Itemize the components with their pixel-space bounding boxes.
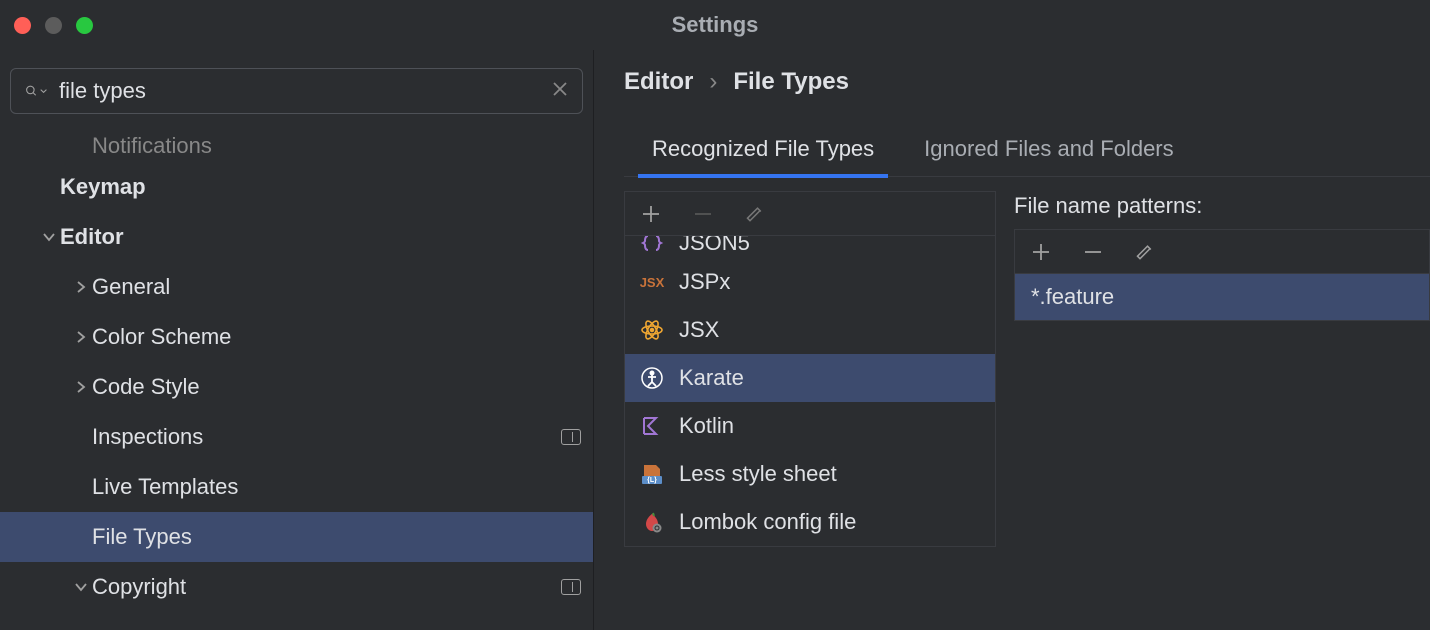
titlebar: Settings — [0, 0, 1430, 50]
file-type-label: JSON5 — [679, 236, 750, 256]
edit-file-type-button[interactable] — [743, 202, 767, 226]
file-type-label: Less style sheet — [679, 461, 837, 487]
file-type-icon: JSX — [639, 269, 665, 295]
file-type-icon: {L} — [639, 461, 665, 487]
tree-item[interactable]: File Types — [0, 512, 593, 562]
patterns-toolbar — [1015, 230, 1429, 274]
patterns-panel: File name patterns: *.feature — [1014, 191, 1430, 547]
remove-pattern-button[interactable] — [1081, 240, 1105, 264]
tree-item[interactable]: Copyright — [0, 562, 593, 612]
remove-file-type-button[interactable] — [691, 202, 715, 226]
window-maximize-button[interactable] — [76, 17, 93, 34]
settings-main: Editor › File Types Recognized File Type… — [594, 50, 1430, 630]
breadcrumb-segment: Editor — [624, 68, 693, 96]
file-type-icon — [639, 365, 665, 391]
tabs: Recognized File Types Ignored Files and … — [624, 136, 1430, 177]
tree-item-label: Keymap — [60, 174, 581, 200]
chevron-icon — [70, 580, 92, 594]
file-types-toolbar — [625, 192, 995, 236]
patterns-list[interactable]: *.feature — [1015, 274, 1429, 320]
tree-item-label: Color Scheme — [92, 324, 581, 350]
file-type-icon — [639, 236, 665, 256]
edit-pattern-button[interactable] — [1133, 240, 1157, 264]
file-type-label: JSX — [679, 317, 719, 343]
svg-text:{L}: {L} — [647, 477, 657, 484]
file-types-panel: JSON5 JSX JSPx JSX Karate Kotlin {L} Less style… — [624, 191, 996, 547]
scope-badge-icon — [561, 429, 581, 445]
tree-item[interactable]: Keymap — [0, 162, 593, 212]
file-type-row[interactable]: Lombok config file — [625, 498, 995, 546]
file-type-row[interactable]: {L} Less style sheet — [625, 450, 995, 498]
file-type-icon — [639, 317, 665, 343]
tree-item-label: Copyright — [92, 574, 561, 600]
tree-item-label: Inspections — [92, 424, 561, 450]
tree-item[interactable]: Color Scheme — [0, 312, 593, 362]
file-type-label: Lombok config file — [679, 509, 856, 535]
chevron-icon — [70, 280, 92, 294]
tree-item-label: Notifications — [92, 133, 581, 159]
patterns-label: File name patterns: — [1014, 193, 1430, 219]
file-type-icon — [639, 413, 665, 439]
tree-item[interactable]: Inspections — [0, 412, 593, 462]
settings-sidebar: Notifications Keymap Editor General Color Sc… — [0, 50, 594, 630]
traffic-lights — [14, 17, 93, 34]
clear-search-icon[interactable] — [552, 80, 568, 103]
content: Notifications Keymap Editor General Color Sc… — [0, 50, 1430, 630]
window-title: Settings — [672, 12, 759, 38]
file-type-row[interactable]: JSX — [625, 306, 995, 354]
tree-item[interactable]: Live Templates — [0, 462, 593, 512]
file-type-row[interactable]: JSX JSPx — [625, 258, 995, 306]
file-type-row[interactable]: Karate — [625, 354, 995, 402]
add-pattern-button[interactable] — [1029, 240, 1053, 264]
file-type-icon — [639, 509, 665, 535]
patterns-box: *.feature — [1014, 229, 1430, 321]
file-type-label: JSPx — [679, 269, 730, 295]
search-box[interactable] — [10, 68, 583, 114]
tree-item[interactable]: Notifications — [0, 130, 593, 162]
tree-item[interactable]: Code Style — [0, 362, 593, 412]
breadcrumb: Editor › File Types — [624, 68, 1430, 96]
chevron-icon — [70, 380, 92, 394]
breadcrumb-segment: File Types — [733, 68, 849, 96]
file-type-label: Karate — [679, 365, 744, 391]
tree-item[interactable]: General — [0, 262, 593, 312]
tree-item-label: Live Templates — [92, 474, 581, 500]
tree-item[interactable]: Editor — [0, 212, 593, 262]
file-type-label: Kotlin — [679, 413, 734, 439]
window-close-button[interactable] — [14, 17, 31, 34]
search-icon — [25, 80, 47, 102]
chevron-icon — [70, 330, 92, 344]
chevron-right-icon: › — [709, 68, 717, 96]
tree-item-label: File Types — [92, 524, 581, 550]
add-file-type-button[interactable] — [639, 202, 663, 226]
pattern-row[interactable]: *.feature — [1015, 274, 1429, 320]
scope-badge-icon — [561, 579, 581, 595]
file-type-row[interactable]: JSON5 — [625, 236, 995, 258]
file-type-row[interactable]: Kotlin — [625, 402, 995, 450]
settings-tree: Notifications Keymap Editor General Color Sc… — [0, 126, 593, 630]
window-minimize-button[interactable] — [45, 17, 62, 34]
search-input[interactable] — [59, 78, 540, 104]
file-types-list[interactable]: JSON5 JSX JSPx JSX Karate Kotlin {L} Less style… — [625, 236, 995, 546]
tree-item-label: General — [92, 274, 581, 300]
tree-item-label: Editor — [60, 224, 581, 250]
tab-ignored-files-and-folders[interactable]: Ignored Files and Folders — [924, 136, 1173, 176]
chevron-icon — [38, 230, 60, 244]
tab-recognized-file-types[interactable]: Recognized File Types — [652, 136, 874, 176]
tree-item-label: Code Style — [92, 374, 581, 400]
